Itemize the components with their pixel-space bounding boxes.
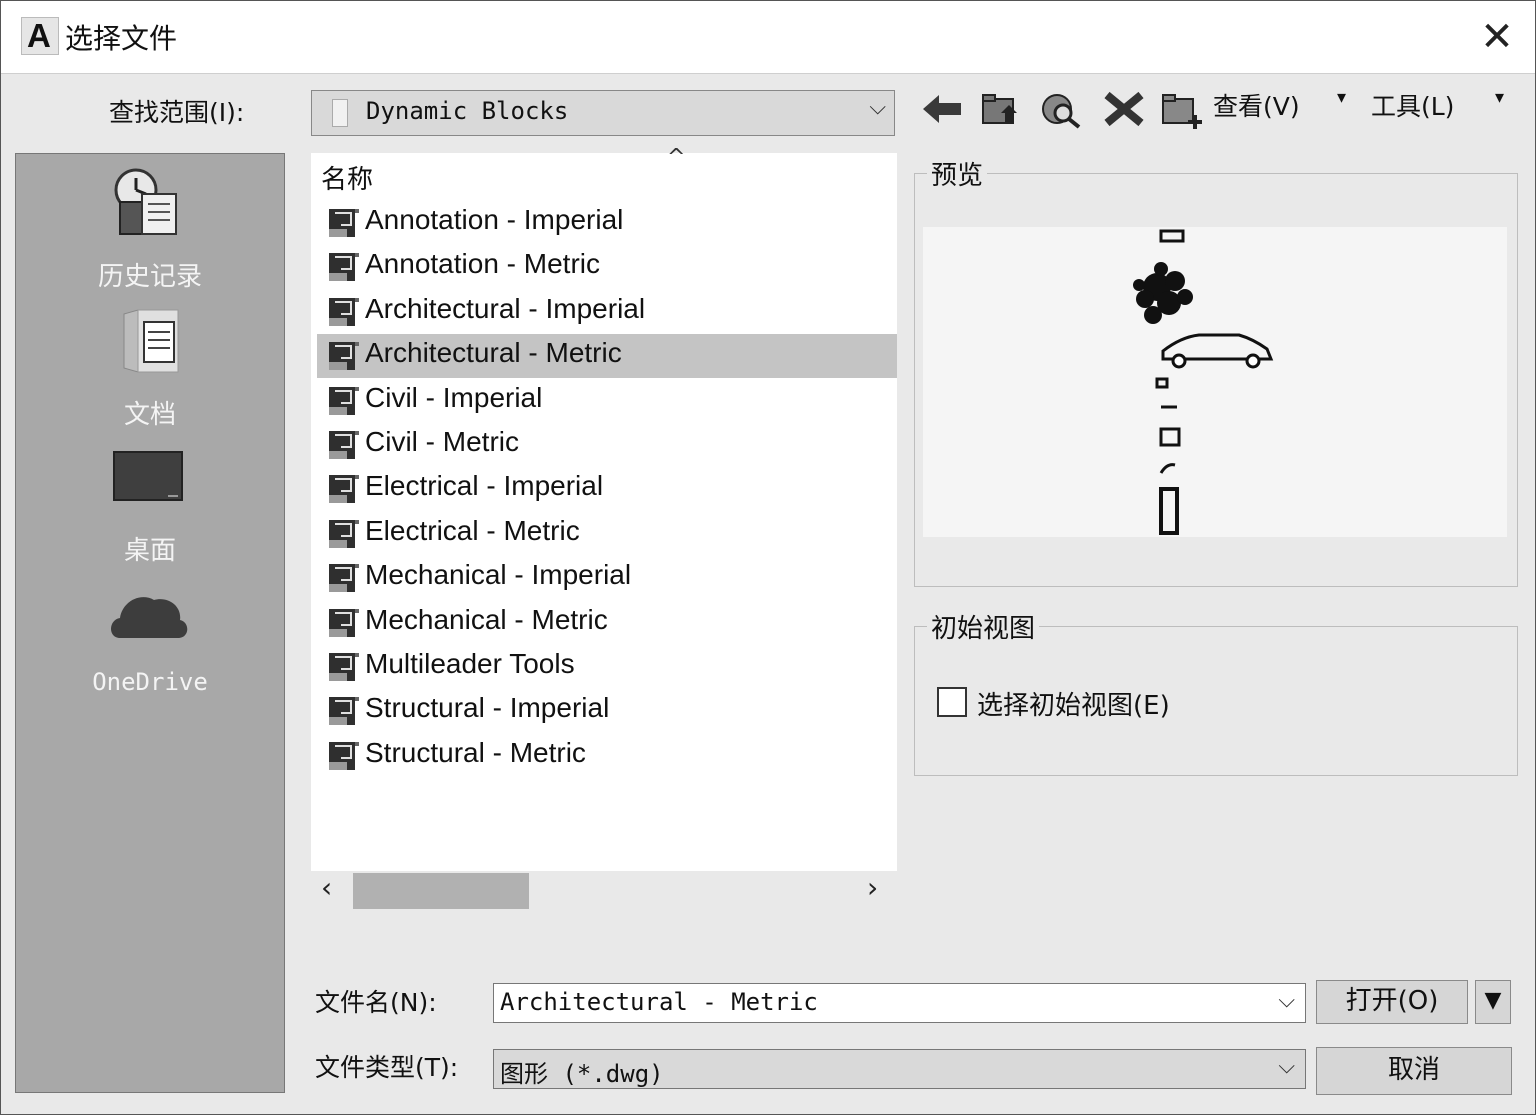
filetype-select[interactable]: 图形 (*.dwg) ⌵ bbox=[493, 1049, 1306, 1089]
block-preview-drawing bbox=[1133, 229, 1274, 535]
place-label: 桌面 bbox=[123, 536, 176, 566]
view-dropdown-icon[interactable]: ▾ bbox=[1337, 87, 1346, 108]
tools-dropdown-icon[interactable]: ▾ bbox=[1495, 87, 1504, 108]
file-name: Architectural - Metric bbox=[365, 337, 622, 369]
lookin-label: 查找范围(I): bbox=[109, 98, 245, 127]
column-header-name[interactable]: 名称 bbox=[321, 159, 373, 196]
desktop-icon bbox=[113, 451, 183, 501]
select-file-dialog: A 选择文件 ✕ 查找范围(I): Dynamic Blocks ⌵ 查看(V)… bbox=[0, 0, 1536, 1115]
open-button[interactable]: 打开(O) bbox=[1316, 980, 1468, 1024]
dwg-file-icon bbox=[329, 608, 359, 637]
dwg-file-icon bbox=[329, 475, 359, 504]
dwg-file-icon bbox=[329, 342, 359, 371]
file-name: Architectural - Imperial bbox=[365, 292, 646, 324]
chevron-down-icon[interactable]: ⌵ bbox=[1278, 988, 1295, 1013]
file-row[interactable]: Mechanical - Metric bbox=[317, 601, 897, 645]
filename-value: Architectural - Metric bbox=[500, 988, 818, 1016]
scroll-left-icon[interactable]: ‹ bbox=[321, 871, 332, 904]
back-arrow-icon[interactable] bbox=[919, 89, 965, 129]
place-label: OneDrive bbox=[92, 668, 208, 696]
places-bar: 历史记录 文档 桌面 OneDrive bbox=[15, 153, 285, 1093]
history-icon bbox=[114, 168, 177, 235]
file-name: Mechanical - Imperial bbox=[365, 559, 632, 591]
file-row[interactable]: Mechanical - Imperial bbox=[317, 556, 897, 600]
view-menu[interactable]: 查看(V) bbox=[1213, 87, 1300, 123]
documents-icon bbox=[123, 309, 179, 373]
title-bar: A 选择文件 ✕ bbox=[1, 1, 1535, 74]
delete-icon[interactable] bbox=[1101, 89, 1147, 129]
dwg-file-icon bbox=[329, 697, 359, 726]
chevron-down-icon[interactable]: ⌵ bbox=[1278, 1054, 1295, 1079]
filetype-label: 文件类型(T): bbox=[315, 1053, 459, 1082]
cloud-icon bbox=[111, 597, 188, 638]
file-name: Civil - Metric bbox=[365, 426, 519, 457]
horizontal-scrollbar[interactable]: ‹ › bbox=[311, 871, 897, 911]
lookin-value: Dynamic Blocks bbox=[366, 97, 569, 125]
select-initial-view-label[interactable]: 选择初始视图(E) bbox=[977, 685, 1170, 722]
sort-ascending-icon: ^ bbox=[667, 145, 686, 170]
place-label: 文档 bbox=[123, 400, 176, 430]
dwg-file-icon bbox=[329, 564, 359, 593]
file-row[interactable]: Civil - Imperial bbox=[317, 379, 897, 423]
file-name: Civil - Imperial bbox=[365, 381, 543, 413]
up-folder-icon[interactable] bbox=[979, 89, 1025, 129]
cancel-button[interactable]: 取消 bbox=[1316, 1047, 1512, 1095]
file-name: Annotation - Metric bbox=[365, 248, 600, 280]
filename-input[interactable]: Architectural - Metric ⌵ bbox=[493, 983, 1306, 1023]
preview-title: 预览 bbox=[927, 155, 988, 192]
preview-image bbox=[923, 227, 1507, 537]
file-row[interactable]: Multileader Tools bbox=[317, 645, 897, 689]
dwg-file-icon bbox=[329, 253, 359, 282]
dwg-file-icon bbox=[329, 519, 359, 548]
file-row[interactable]: Electrical - Imperial bbox=[317, 467, 897, 511]
file-name: Mechanical - Metric bbox=[365, 603, 608, 635]
file-row[interactable]: Structural - Metric bbox=[317, 734, 897, 778]
file-name: Multileader Tools bbox=[365, 648, 575, 679]
window-title: 选择文件 bbox=[65, 22, 178, 55]
file-row[interactable]: Electrical - Metric bbox=[317, 512, 897, 556]
chevron-down-icon: ⌵ bbox=[869, 95, 886, 120]
dwg-file-icon bbox=[329, 741, 359, 770]
dwg-file-icon bbox=[329, 297, 359, 326]
file-row[interactable]: Annotation - Metric bbox=[317, 245, 897, 289]
file-list[interactable]: 名称 ^ Annotation - Imperial Annotation - M… bbox=[311, 145, 897, 871]
file-row[interactable]: Structural - Imperial bbox=[317, 689, 897, 733]
file-row[interactable]: Civil - Metric bbox=[317, 423, 897, 467]
dwg-file-icon bbox=[329, 431, 359, 459]
new-folder-icon[interactable] bbox=[1159, 89, 1205, 129]
search-web-icon[interactable] bbox=[1039, 89, 1085, 129]
file-row[interactable]: Architectural - Imperial bbox=[317, 290, 897, 334]
filename-label: 文件名(N): bbox=[315, 988, 437, 1017]
autocad-app-icon: A bbox=[21, 17, 59, 55]
file-row[interactable]: Architectural - Metric bbox=[317, 334, 897, 379]
folder-icon bbox=[332, 99, 348, 127]
open-options-dropdown-icon[interactable]: ▼ bbox=[1475, 980, 1511, 1024]
select-initial-view-checkbox[interactable] bbox=[937, 687, 967, 717]
lookin-combo[interactable]: Dynamic Blocks ⌵ bbox=[311, 90, 895, 136]
close-button[interactable]: ✕ bbox=[1475, 15, 1519, 59]
file-name: Structural - Metric bbox=[365, 736, 586, 768]
initial-view-title: 初始视图 bbox=[927, 608, 1040, 645]
file-name: Electrical - Imperial bbox=[365, 470, 604, 502]
filetype-value: 图形 (*.dwg) bbox=[500, 1060, 664, 1088]
file-name: Annotation - Imperial bbox=[365, 204, 624, 235]
scroll-right-icon[interactable]: › bbox=[867, 871, 878, 904]
file-name: Structural - Imperial bbox=[365, 692, 610, 724]
dwg-file-icon bbox=[329, 209, 359, 237]
place-label: 历史记录 bbox=[97, 262, 202, 292]
dwg-file-icon bbox=[329, 653, 359, 681]
dwg-file-icon bbox=[329, 386, 359, 415]
scroll-thumb[interactable] bbox=[353, 873, 529, 909]
file-name: Electrical - Metric bbox=[365, 514, 580, 546]
tools-menu[interactable]: 工具(L) bbox=[1371, 87, 1454, 123]
file-row[interactable]: Annotation - Imperial bbox=[317, 201, 897, 245]
